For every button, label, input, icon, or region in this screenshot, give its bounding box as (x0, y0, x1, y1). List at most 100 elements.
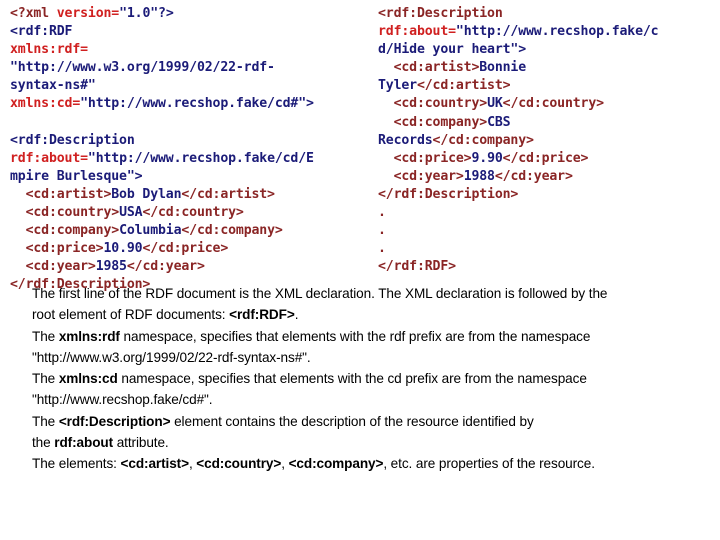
code-line: . (378, 204, 718, 222)
code-token: <cd:artist> (378, 60, 480, 76)
code-line: <cd:country>USA</cd:country> (10, 204, 370, 222)
explanation-line: The <rdf:Description> element contains t… (32, 411, 680, 432)
code-token: CBS (487, 114, 511, 130)
code-token: xmlns:cd= (10, 96, 81, 112)
code-line: xmlns:cd="http://www.recshop.fake/cd#"> (10, 95, 370, 113)
code-line (10, 114, 370, 132)
code-token: 9.90 (471, 150, 503, 166)
explanation-text: "http://www.recshop.fake/cd#". (32, 392, 213, 408)
code-token: . (378, 241, 386, 257)
code-token: <rdf:Description (10, 132, 135, 148)
code-line: <cd:year>1985</cd:year> (10, 258, 370, 276)
explanation-text: . (294, 307, 299, 323)
code-token: Bob Dylan (111, 186, 182, 202)
code-token: xmlns:rdf= (10, 42, 88, 58)
code-token: <cd:company> (10, 223, 120, 239)
code-token: </cd:artist> (416, 78, 511, 94)
explanation-text: , (281, 456, 289, 472)
code-line: <rdf:Description (378, 5, 718, 23)
code-token: <cd:artist> (10, 186, 112, 202)
code-token: 1988 (463, 168, 495, 184)
code-line: "http://www.w3.org/1999/02/22-rdf- (10, 59, 370, 77)
code-token: <cd:country> (378, 96, 488, 112)
explanation-line: root element of RDF documents: <rdf:RDF>… (32, 304, 680, 325)
code-token: <cd:country> (10, 205, 120, 221)
code-listing-area: <?xml version="1.0"?> <rdf:RDF xmlns:rdf= "… (0, 0, 720, 292)
code-column-left: <?xml version="1.0"?> <rdf:RDF xmlns:rdf= "… (10, 5, 370, 295)
explanation-text: "http://www.w3.org/1999/02/22-rdf-syntax… (32, 349, 311, 365)
code-token: Records (378, 132, 433, 148)
code-line: xmlns:rdf= (10, 41, 370, 59)
code-token: rdf:about= (10, 150, 88, 166)
code-term: <cd:artist> (120, 456, 190, 472)
explanation-text: root element of RDF documents: (32, 307, 230, 323)
explanation-text: the (32, 435, 55, 451)
code-term: <cd:company> (288, 456, 384, 472)
code-token: </cd:country> (142, 205, 244, 221)
code-term: <rdf:Description> (58, 413, 171, 429)
code-token: </cd:country> (502, 96, 604, 112)
explanation-text: , etc. are properties of the resource. (383, 456, 595, 472)
code-token: . (378, 223, 386, 239)
code-line: d/Hide your heart"> (378, 41, 718, 59)
code-line: <rdf:RDF (10, 23, 370, 41)
code-term: xmlns:cd (58, 371, 118, 387)
code-token: USA (119, 205, 143, 221)
code-token: <cd:price> (10, 241, 104, 257)
code-token: Bonnie (479, 60, 527, 76)
code-token: </cd:company> (432, 132, 534, 148)
code-token: </cd:year> (126, 259, 205, 275)
explanation-line: The xmlns:rdf namespace, specifies that … (32, 326, 680, 347)
code-term: <cd:country> (196, 456, 282, 472)
explanation-line: "http://www.recshop.fake/cd#". (32, 389, 680, 410)
code-token: d/Hide your heart"> (378, 42, 527, 58)
explanation-line: The elements: <cd:artist>, <cd:country>,… (32, 453, 680, 474)
explanation-line: The first line of the RDF document is th… (32, 283, 680, 304)
code-line: <cd:artist>Bonnie (378, 59, 718, 77)
code-line: Records</cd:company> (378, 132, 718, 150)
code-token: <cd:price> (378, 150, 472, 166)
explanation-text: namespace, specifies that elements with … (117, 371, 587, 387)
code-token: "http://www.recshop.fake/cd/E (87, 150, 314, 166)
code-line: <cd:country>UK</cd:country> (378, 95, 718, 113)
code-token: . (378, 205, 386, 221)
code-token: "1.0"?> (119, 6, 174, 21)
explanation-block: The first line of the RDF document is th… (32, 283, 680, 475)
code-token: <rdf:Description (378, 6, 503, 21)
code-token: 1985 (95, 259, 127, 275)
code-line: . (378, 222, 718, 240)
code-token: Tyler (378, 78, 417, 94)
code-token: </cd:artist> (181, 186, 275, 202)
code-token: <cd:year> (10, 259, 96, 275)
code-line: <cd:year>1988</cd:year> (378, 168, 718, 186)
code-token: </cd:company> (181, 223, 283, 239)
code-line: rdf:about="http://www.recshop.fake/c (378, 23, 718, 41)
code-line: mpire Burlesque"> (10, 168, 370, 186)
code-line: syntax-ns#" (10, 77, 370, 95)
code-token: </cd:price> (502, 150, 589, 166)
code-token: </cd:price> (142, 241, 229, 257)
explanation-line: The xmlns:cd namespace, specifies that e… (32, 368, 680, 389)
explanation-text: The elements: (32, 456, 121, 472)
explanation-text: namespace, specifies that elements with … (119, 328, 591, 344)
explanation-text: The (32, 328, 59, 344)
code-term: rdf:about (54, 435, 114, 451)
code-line: <rdf:Description (10, 132, 370, 150)
code-line: Tyler</cd:artist> (378, 77, 718, 95)
code-token: "http://www.recshop.fake/c (455, 24, 659, 40)
code-line: <cd:price>10.90</cd:price> (10, 240, 370, 258)
code-token: syntax-ns#" (10, 78, 96, 94)
code-line: <cd:company>Columbia</cd:company> (10, 222, 370, 240)
code-line: . (378, 240, 718, 258)
code-line: <cd:company>CBS (378, 114, 718, 132)
code-token: rdf:about= (378, 24, 456, 40)
code-token: <cd:year> (378, 168, 464, 184)
explanation-line: the rdf:about attribute. (32, 432, 680, 453)
code-token: mpire Burlesque"> (10, 168, 143, 184)
explanation-text: The (32, 371, 59, 387)
code-token: version= (56, 6, 120, 21)
code-column-right: <rdf:Description rdf:about="http://www.re… (378, 5, 718, 276)
code-token: <rdf:RDF (10, 24, 73, 40)
code-token: <cd:company> (378, 114, 488, 130)
